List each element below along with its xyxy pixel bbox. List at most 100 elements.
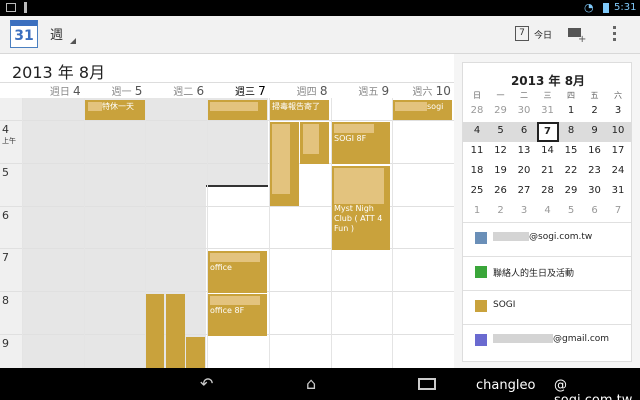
back-icon[interactable]: ↶ xyxy=(200,374,213,393)
mini-weekday: 日 xyxy=(473,91,481,100)
mini-cal-day[interactable]: 3 xyxy=(513,205,535,216)
mini-cal-day[interactable]: 10 xyxy=(607,125,629,136)
mini-cal-day[interactable]: 13 xyxy=(513,145,535,156)
mini-cal-day[interactable]: 7 xyxy=(607,205,629,216)
calendar-app-icon[interactable]: 31 xyxy=(10,20,38,48)
mini-cal-day[interactable]: 22 xyxy=(560,165,582,176)
mini-cal-day[interactable]: 11 xyxy=(466,145,488,156)
mini-cal-day[interactable]: 7 xyxy=(536,122,559,142)
mini-cal-day[interactable]: 24 xyxy=(607,165,629,176)
mini-cal-day[interactable]: 12 xyxy=(490,145,512,156)
calendar-name: SOGI xyxy=(493,300,516,310)
mini-cal-day[interactable]: 6 xyxy=(584,205,606,216)
day-column[interactable] xyxy=(22,98,84,368)
day-number: 4 xyxy=(73,84,81,98)
today-button[interactable]: 7 今日 xyxy=(512,24,552,46)
mini-cal-day[interactable]: 6 xyxy=(513,125,535,136)
mini-cal-day[interactable]: 1 xyxy=(560,105,582,116)
day-number: 8 xyxy=(319,84,328,98)
calendar-list-item[interactable]: 聯絡人的生日及活動 xyxy=(493,266,629,279)
day-name: 週二 xyxy=(173,87,197,98)
day-column[interactable] xyxy=(392,98,454,368)
calendar-color-swatch[interactable] xyxy=(475,300,487,312)
mini-cal-day[interactable]: 30 xyxy=(513,105,535,116)
day-header[interactable]: 週四 8 xyxy=(269,83,331,98)
redacted xyxy=(493,232,529,241)
mini-cal-day[interactable]: 28 xyxy=(537,185,559,196)
mini-cal-day[interactable]: 9 xyxy=(584,125,606,136)
mini-cal-day[interactable]: 2 xyxy=(584,105,606,116)
mini-cal-day[interactable]: 14 xyxy=(537,145,559,156)
mini-cal-day[interactable]: 17 xyxy=(607,145,629,156)
mini-cal-day[interactable]: 29 xyxy=(560,185,582,196)
day-name: 週日 xyxy=(49,87,74,98)
hour-label: 4 上午 xyxy=(2,123,16,145)
clock: 5:31 xyxy=(614,2,637,13)
new-event-button[interactable]: + xyxy=(566,24,588,46)
day-header[interactable]: 週六 10 xyxy=(392,83,454,98)
dropdown-arrow-icon xyxy=(70,38,76,44)
day-header[interactable]: 週一 5 xyxy=(84,83,146,98)
mini-cal-day[interactable]: 16 xyxy=(584,145,606,156)
image-notification-icon xyxy=(6,3,16,12)
calendar-color-swatch[interactable] xyxy=(475,266,487,278)
mini-cal-day[interactable]: 18 xyxy=(466,165,488,176)
mini-cal-day[interactable]: 19 xyxy=(490,165,512,176)
wifi-icon: ◔ xyxy=(584,1,594,14)
day-name: 週五 xyxy=(358,87,382,98)
battery-icon xyxy=(603,3,609,13)
mini-cal-title: 2013 年 8月 xyxy=(510,74,586,88)
mini-cal-day[interactable]: 21 xyxy=(537,165,559,176)
calendar-list-item[interactable]: @sogi.com.tw xyxy=(493,232,629,242)
mini-cal-day[interactable]: 23 xyxy=(584,165,606,176)
mini-cal-day[interactable]: 31 xyxy=(607,185,629,196)
mini-cal-day[interactable]: 1 xyxy=(466,205,488,216)
mini-cal-day[interactable]: 2 xyxy=(490,205,512,216)
mini-cal-day[interactable]: 15 xyxy=(560,145,582,156)
dot xyxy=(613,26,616,29)
mini-cal-day[interactable]: 4 xyxy=(466,125,488,136)
mini-weekday: 三 xyxy=(543,91,552,100)
side-panel: 2013 年 8月 日一二三四五六 28 29 30 31 1 2 3 4 5 6 7 8 9 10 11 1… xyxy=(462,62,632,362)
mini-weekday: 一 xyxy=(496,91,505,100)
list-divider xyxy=(463,256,631,257)
day-number: 6 xyxy=(196,84,205,98)
mini-cal-day[interactable]: 28 xyxy=(466,105,488,116)
mini-cal-day[interactable]: 20 xyxy=(513,165,535,176)
calendar-color-swatch[interactable] xyxy=(475,334,487,346)
day-number: 7 xyxy=(258,84,266,98)
mini-cal-day[interactable]: 4 xyxy=(537,205,559,216)
mini-cal-day[interactable]: 27 xyxy=(513,185,535,196)
day-column[interactable] xyxy=(207,98,269,368)
day-header[interactable]: 週二 6 xyxy=(145,83,207,98)
overflow-menu-icon[interactable] xyxy=(612,26,618,44)
day-header[interactable]: 週三 7 xyxy=(207,83,269,98)
day-column[interactable] xyxy=(83,98,146,368)
home-icon[interactable]: ⌂ xyxy=(306,374,316,393)
mini-cal-day[interactable]: 8 xyxy=(560,125,582,136)
mini-cal-day[interactable]: 5 xyxy=(490,125,512,136)
view-selector[interactable]: 週 xyxy=(50,24,80,48)
day-name: 週六 xyxy=(412,87,436,98)
mini-cal-day[interactable]: 5 xyxy=(560,205,582,216)
day-number: 9 xyxy=(381,84,390,98)
calendar-list-item[interactable]: SOGI xyxy=(493,300,629,310)
list-divider xyxy=(463,290,631,291)
app-icon-number: 31 xyxy=(14,28,34,44)
recent-apps-icon[interactable] xyxy=(418,378,436,390)
calendar-list-item[interactable]: @gmail.com xyxy=(493,334,629,344)
day-column[interactable] xyxy=(145,98,207,368)
mini-cal-day[interactable]: 30 xyxy=(584,185,606,196)
calendar-color-swatch[interactable] xyxy=(475,232,487,244)
day-header[interactable]: 週日 4 xyxy=(22,83,84,98)
mini-cal-day[interactable]: 29 xyxy=(490,105,512,116)
mini-cal-day[interactable]: 31 xyxy=(537,105,559,116)
day-column[interactable] xyxy=(330,98,393,368)
day-column[interactable] xyxy=(268,98,331,368)
mini-cal-day[interactable]: 25 xyxy=(466,185,488,196)
status-bar: ◔ 5:31 xyxy=(0,0,640,16)
mini-cal-weekdays: 日一二三四五六 xyxy=(463,90,631,102)
day-header[interactable]: 週五 9 xyxy=(331,83,393,98)
mini-cal-day[interactable]: 3 xyxy=(607,105,629,116)
mini-cal-day[interactable]: 26 xyxy=(490,185,512,196)
